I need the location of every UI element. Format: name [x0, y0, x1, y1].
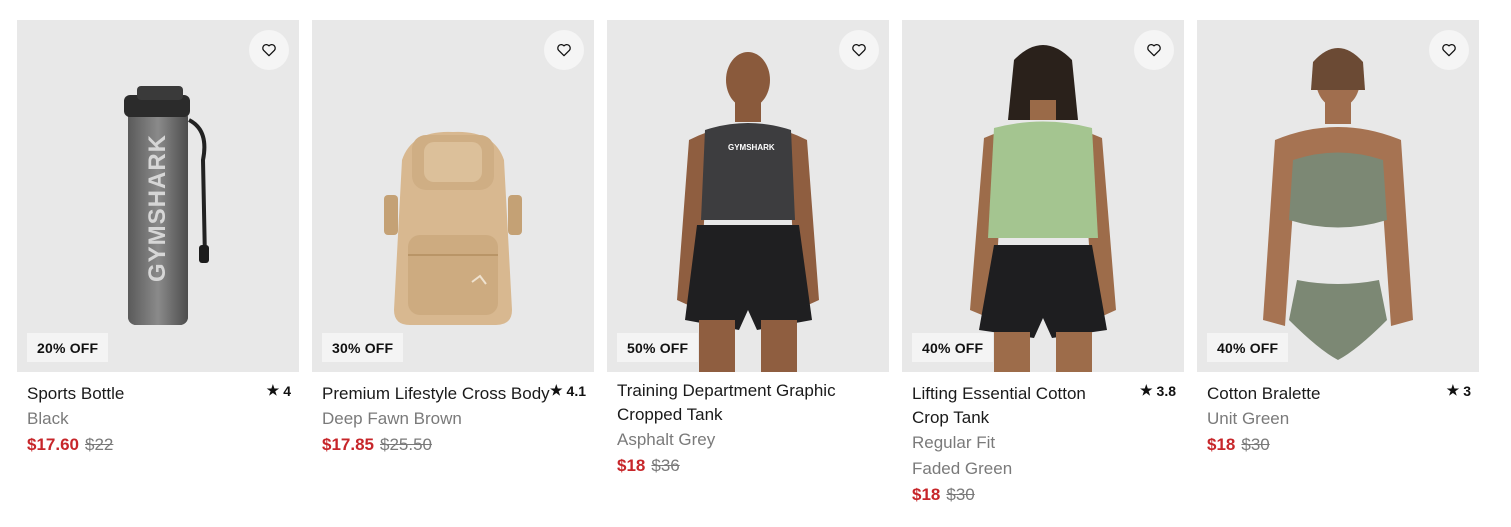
sale-price: $17.85	[322, 435, 374, 454]
product-info: Training Department Graphic Cropped Tank…	[607, 372, 889, 479]
price-row: $17.85 $25.50	[322, 432, 584, 458]
rating-value: 4	[283, 382, 291, 399]
product-card[interactable]: 40% OFF Lifting Essential Cotton Crop Ta…	[902, 20, 1184, 508]
rating-value: 3.8	[1156, 382, 1176, 399]
product-image[interactable]: 30% OFF	[312, 20, 594, 372]
wishlist-button[interactable]	[249, 30, 289, 70]
product-color: Unit Green	[1207, 409, 1290, 428]
product-color: Black	[27, 409, 69, 428]
discount-badge: 40% OFF	[912, 333, 994, 362]
heart-icon	[852, 43, 866, 57]
discount-badge: 40% OFF	[1207, 333, 1289, 362]
product-card[interactable]: GYMSHARK 50% OFF Training Department Gra…	[607, 20, 889, 508]
original-price: $30	[946, 485, 975, 504]
product-image[interactable]: 40% OFF	[902, 20, 1184, 372]
water-bottle-icon: GYMSHARK	[124, 86, 209, 325]
product-title[interactable]: Lifting Essential Cotton Crop Tank	[912, 382, 1126, 430]
heart-icon	[1147, 43, 1161, 57]
product-rating: ★ 3.8	[1140, 382, 1176, 399]
heart-icon	[557, 43, 571, 57]
original-price: $30	[1241, 435, 1270, 454]
sale-price: $18	[617, 456, 646, 475]
svg-text:GYMSHARK: GYMSHARK	[144, 134, 171, 282]
cross-body-bag-icon	[384, 131, 522, 325]
product-info: Premium Lifestyle Cross Body ★ 4.1 Deep F…	[312, 372, 594, 458]
product-title[interactable]: Cotton Bralette	[1207, 382, 1423, 406]
product-info: Cotton Bralette ★ 3 Unit Green $18 $30	[1197, 372, 1479, 458]
original-price: $36	[651, 456, 680, 475]
discount-badge: 30% OFF	[322, 333, 404, 362]
model-tank-icon: GYMSHARK	[677, 52, 819, 372]
product-info: Lifting Essential Cotton Crop Tank ★ 3.8 …	[902, 372, 1184, 508]
sale-price: $18	[912, 485, 941, 504]
sale-price: $18	[1207, 435, 1236, 454]
discount-badge: 20% OFF	[27, 333, 109, 362]
star-icon: ★	[549, 382, 563, 398]
star-icon: ★	[266, 382, 280, 398]
product-rating: ★ 3	[1447, 382, 1471, 399]
product-image[interactable]: GYMSHARK 50% OFF	[607, 20, 889, 372]
product-title[interactable]: Training Department Graphic Cropped Tank	[617, 379, 859, 427]
discount-badge: 50% OFF	[617, 333, 699, 362]
product-fit: Regular Fit	[912, 433, 996, 452]
product-color: Deep Fawn Brown	[322, 409, 462, 428]
product-card[interactable]: 30% OFF Premium Lifestyle Cross Body ★ 4.…	[312, 20, 594, 508]
product-title[interactable]: Premium Lifestyle Cross Body	[322, 382, 550, 406]
rating-value: 3	[1463, 382, 1471, 399]
star-icon: ★	[1139, 382, 1153, 398]
product-rating: ★ 4.1	[550, 382, 586, 399]
product-info: Sports Bottle ★ 4 Black $17.60 $22	[17, 372, 299, 458]
sale-price: $17.60	[27, 435, 79, 454]
star-icon: ★	[1446, 382, 1460, 398]
original-price: $25.50	[380, 435, 432, 454]
product-card[interactable]: 40% OFF Cotton Bralette ★ 3 Unit Green $1…	[1197, 20, 1479, 508]
price-row: $18 $30	[912, 482, 1174, 508]
product-rating: ★ 4	[267, 382, 291, 399]
rating-value: 4.1	[566, 382, 586, 399]
svg-text:GYMSHARK: GYMSHARK	[728, 143, 775, 152]
product-color: Faded Green	[912, 459, 1013, 478]
price-row: $18 $36	[617, 453, 879, 479]
product-color: Asphalt Grey	[617, 430, 716, 449]
product-card[interactable]: GYMSHARK 20% OFF Sports Bottle ★ 4 Black …	[17, 20, 299, 508]
product-grid: GYMSHARK 20% OFF Sports Bottle ★ 4 Black …	[17, 20, 1479, 508]
model-crop-tank-icon	[970, 45, 1116, 372]
product-title[interactable]: Sports Bottle	[27, 382, 243, 406]
wishlist-button[interactable]	[544, 30, 584, 70]
price-row: $18 $30	[1207, 432, 1469, 458]
wishlist-button[interactable]	[1429, 30, 1469, 70]
product-image[interactable]: 40% OFF	[1197, 20, 1479, 372]
heart-icon	[262, 43, 276, 57]
model-bralette-icon	[1263, 48, 1413, 360]
wishlist-button[interactable]	[1134, 30, 1174, 70]
price-row: $17.60 $22	[27, 432, 289, 458]
product-image[interactable]: GYMSHARK 20% OFF	[17, 20, 299, 372]
wishlist-button[interactable]	[839, 30, 879, 70]
heart-icon	[1442, 43, 1456, 57]
original-price: $22	[85, 435, 114, 454]
